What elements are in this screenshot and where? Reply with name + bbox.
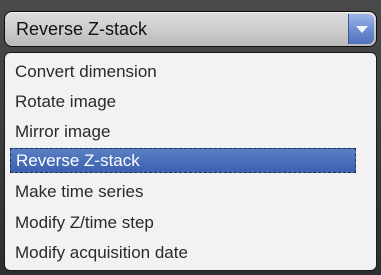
list-item-mirror-image[interactable]: Mirror image bbox=[5, 117, 376, 147]
combo-dropdown-button[interactable] bbox=[348, 14, 374, 44]
combo-selected-value: Reverse Z-stack bbox=[16, 19, 148, 39]
list-item-rotate-image[interactable]: Rotate image bbox=[5, 87, 376, 117]
list-item-convert-dimension[interactable]: Convert dimension bbox=[5, 57, 376, 87]
page-background: Reverse Z-stack Convert dimension Rotate… bbox=[0, 0, 381, 275]
operation-dropdown-list: Convert dimension Rotate image Mirror im… bbox=[4, 52, 377, 271]
operation-combo-box[interactable]: Reverse Z-stack bbox=[4, 11, 377, 47]
list-item-make-time-series[interactable]: Make time series bbox=[5, 177, 376, 207]
list-item-modify-acquisition-date[interactable]: Modify acquisition date bbox=[5, 238, 376, 268]
list-item-reverse-z-stack[interactable]: Reverse Z-stack bbox=[10, 148, 356, 173]
list-item-modify-z-time-step[interactable]: Modify Z/time step bbox=[5, 208, 376, 238]
chevron-down-icon bbox=[356, 26, 368, 33]
